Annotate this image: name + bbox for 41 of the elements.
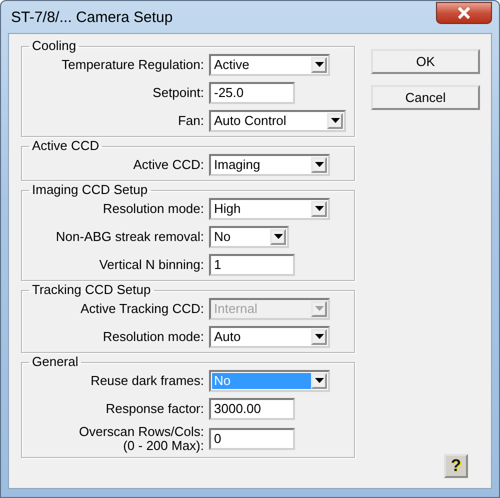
caret-icon: [330, 118, 340, 123]
input-field[interactable]: 3000.00: [209, 398, 295, 420]
close-button[interactable]: [436, 2, 492, 24]
dialog-button[interactable]: OK: [371, 49, 480, 74]
input-field[interactable]: 1: [209, 254, 295, 276]
group-title: Tracking CCD Setup: [31, 283, 152, 297]
input-field[interactable]: 0: [209, 428, 295, 450]
field-label: Resolution mode:: [102, 330, 204, 344]
caret-icon: [314, 162, 324, 167]
group-title: Imaging CCD Setup: [31, 183, 149, 197]
field-label: Temperature Regulation:: [60, 58, 204, 72]
caret-icon: [314, 206, 324, 211]
group-title: Cooling: [31, 39, 78, 53]
field-label: Active Tracking CCD:: [79, 302, 204, 316]
caret-icon: [314, 378, 324, 383]
window-title: ST-7/8/... Camera Setup: [10, 8, 173, 26]
help-button[interactable]: ?: [444, 454, 468, 478]
caret-icon: [314, 62, 324, 67]
caret-icon: [314, 306, 324, 311]
caret-icon: [274, 234, 282, 239]
dropdown[interactable]: Auto: [209, 326, 330, 348]
dropdown[interactable]: Imaging: [209, 154, 330, 176]
field-label: Non-ABG streak removal:: [54, 230, 204, 244]
group-title: General: [31, 355, 80, 369]
field-label: Vertical N binning:: [98, 258, 204, 272]
field-label: Overscan Rows/Cols: (0 - 200 Max):: [78, 425, 204, 453]
close-icon: [457, 6, 471, 18]
dropdown[interactable]: Auto Control: [209, 110, 346, 132]
dialog-button[interactable]: Cancel: [371, 85, 480, 110]
group-title: Active CCD: [31, 139, 100, 153]
input-field[interactable]: -25.0: [209, 82, 295, 104]
field-label: Active CCD:: [132, 158, 204, 172]
caret-icon: [314, 334, 324, 339]
field-label: Response factor:: [104, 402, 204, 416]
field-label: Fan:: [176, 114, 204, 128]
field-label: Setpoint:: [152, 86, 204, 100]
dropdown[interactable]: Active: [209, 54, 330, 76]
field-label: Reuse dark frames:: [90, 374, 204, 388]
dropdown[interactable]: No: [209, 226, 289, 248]
dropdown[interactable]: High: [209, 198, 330, 220]
field-label: Resolution mode:: [102, 202, 204, 216]
